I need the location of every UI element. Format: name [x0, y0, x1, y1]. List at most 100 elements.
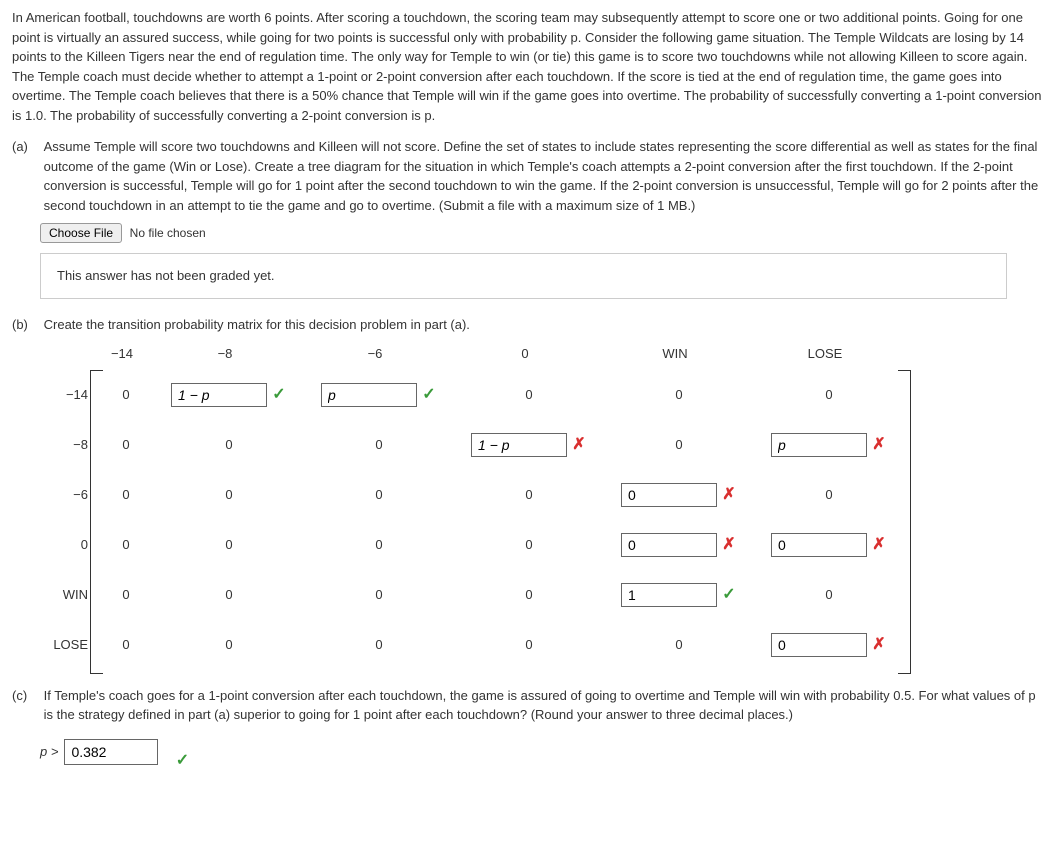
matrix-cell-0-3: 0 — [454, 385, 604, 405]
transition-matrix: −14 −8 −6 0 WIN LOSE −140000−80000−60000… — [12, 344, 920, 670]
cell-value: 0 — [675, 635, 682, 655]
check-icon — [271, 387, 287, 403]
matrix-cell-5-2: 0 — [304, 635, 454, 655]
matrix-row-3: 00000 — [40, 520, 920, 570]
cell-value: 0 — [122, 635, 129, 655]
cell-value: 0 — [525, 385, 532, 405]
part-c-label: (c) — [12, 686, 40, 706]
matrix-bracket-left — [90, 370, 103, 674]
cell-value: 0 — [225, 635, 232, 655]
matrix-cell-5-1: 0 — [154, 635, 304, 655]
matrix-bracket-right — [898, 370, 911, 674]
matrix-cell-5-5 — [754, 633, 904, 657]
cell-value: 0 — [225, 535, 232, 555]
matrix-cell-4-4 — [604, 583, 754, 607]
cell-value: 0 — [525, 635, 532, 655]
matrix-cell-1-2: 0 — [304, 435, 454, 455]
part-a-text: Assume Temple will score two touchdowns … — [44, 137, 1045, 215]
cell-value: 0 — [375, 485, 382, 505]
matrix-cell-5-3: 0 — [454, 635, 604, 655]
cell-input-1-3[interactable] — [471, 433, 567, 457]
matrix-row-0: −140000 — [40, 370, 920, 420]
check-icon — [421, 387, 437, 403]
matrix-cell-3-3: 0 — [454, 535, 604, 555]
cross-icon — [721, 487, 737, 503]
matrix-cell-3-5 — [754, 533, 904, 557]
cell-value: 0 — [122, 385, 129, 405]
cell-input-4-4[interactable] — [621, 583, 717, 607]
col-header-0: −14 — [94, 344, 150, 364]
cell-value: 0 — [825, 385, 832, 405]
cross-icon — [871, 637, 887, 653]
part-c-answer-row: p > — [40, 735, 1047, 769]
matrix-cell-1-3 — [454, 433, 604, 457]
part-a: (a) Assume Temple will score two touchdo… — [12, 137, 1047, 299]
col-header-4: WIN — [600, 344, 750, 364]
matrix-cell-0-4: 0 — [604, 385, 754, 405]
col-header-3: 0 — [450, 344, 600, 364]
cell-input-2-4[interactable] — [621, 483, 717, 507]
matrix-row-1: −80000 — [40, 420, 920, 470]
matrix-cell-0-5: 0 — [754, 385, 904, 405]
cell-input-3-5[interactable] — [771, 533, 867, 557]
matrix-cell-3-0: 0 — [98, 535, 154, 555]
matrix-cell-2-4 — [604, 483, 754, 507]
cell-value: 0 — [525, 585, 532, 605]
matrix-cell-5-0: 0 — [98, 635, 154, 655]
problem-intro: In American football, touchdowns are wor… — [12, 8, 1047, 125]
part-c: (c) If Temple's coach goes for a 1-point… — [12, 686, 1047, 769]
matrix-cell-1-1: 0 — [154, 435, 304, 455]
cell-input-0-2[interactable] — [321, 383, 417, 407]
cross-icon — [871, 437, 887, 453]
cell-input-1-5[interactable] — [771, 433, 867, 457]
cell-value: 0 — [225, 485, 232, 505]
matrix-row-5: LOSE00000 — [40, 620, 920, 670]
cell-value: 0 — [675, 385, 682, 405]
matrix-row-2: −600000 — [40, 470, 920, 520]
cell-input-0-1[interactable] — [171, 383, 267, 407]
grade-status-box: This answer has not been graded yet. — [40, 253, 1007, 299]
cell-value: 0 — [122, 435, 129, 455]
matrix-cell-3-2: 0 — [304, 535, 454, 555]
matrix-cell-4-3: 0 — [454, 585, 604, 605]
matrix-cell-4-5: 0 — [754, 585, 904, 605]
part-b-label: (b) — [12, 315, 40, 335]
cell-value: 0 — [225, 435, 232, 455]
matrix-row-4: WIN00000 — [40, 570, 920, 620]
matrix-cell-1-0: 0 — [98, 435, 154, 455]
cell-value: 0 — [122, 585, 129, 605]
check-icon — [174, 753, 190, 769]
col-header-5: LOSE — [750, 344, 900, 364]
matrix-cell-4-1: 0 — [154, 585, 304, 605]
col-header-1: −8 — [150, 344, 300, 364]
matrix-cell-2-0: 0 — [98, 485, 154, 505]
cell-input-3-4[interactable] — [621, 533, 717, 557]
part-b-text: Create the transition probability matrix… — [44, 315, 1045, 335]
p-greater-than: p > — [40, 742, 58, 762]
cross-icon — [721, 537, 737, 553]
cell-value: 0 — [122, 535, 129, 555]
col-header-2: −6 — [300, 344, 450, 364]
cell-input-5-5[interactable] — [771, 633, 867, 657]
matrix-cell-1-4: 0 — [604, 435, 754, 455]
cell-value: 0 — [375, 635, 382, 655]
matrix-cell-2-3: 0 — [454, 485, 604, 505]
cross-icon — [871, 537, 887, 553]
cell-value: 0 — [375, 435, 382, 455]
matrix-cell-0-2 — [304, 383, 454, 407]
matrix-cell-4-0: 0 — [98, 585, 154, 605]
matrix-cell-2-1: 0 — [154, 485, 304, 505]
choose-file-button[interactable]: Choose File — [40, 223, 122, 243]
matrix-col-headers: −14 −8 −6 0 WIN LOSE — [94, 344, 920, 364]
cell-value: 0 — [825, 585, 832, 605]
cell-value: 0 — [525, 535, 532, 555]
matrix-cell-3-4 — [604, 533, 754, 557]
cell-value: 0 — [525, 485, 532, 505]
cross-icon — [571, 437, 587, 453]
cell-value: 0 — [825, 485, 832, 505]
p-value-input[interactable] — [64, 739, 158, 765]
cell-value: 0 — [225, 585, 232, 605]
check-icon — [721, 587, 737, 603]
matrix-cell-1-5 — [754, 433, 904, 457]
matrix-cell-3-1: 0 — [154, 535, 304, 555]
